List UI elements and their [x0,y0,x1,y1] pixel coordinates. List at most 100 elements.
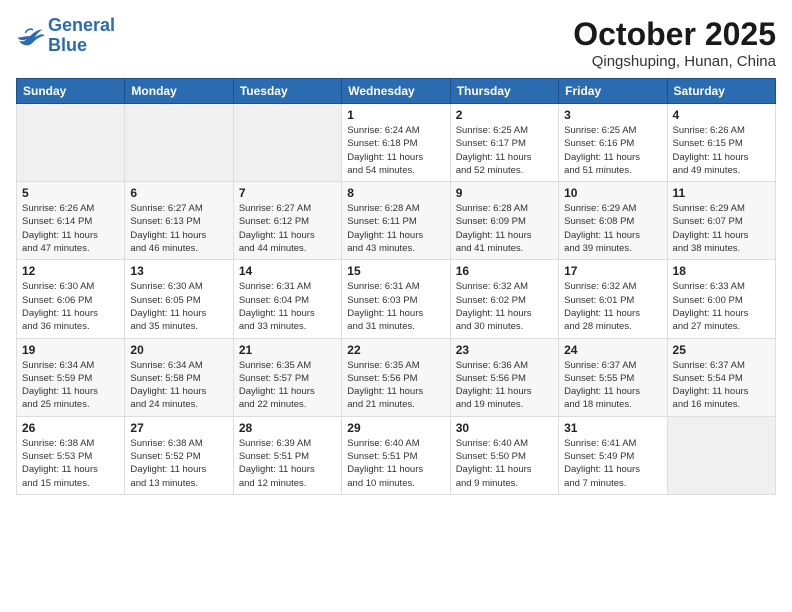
day-info: Sunrise: 6:41 AMSunset: 5:49 PMDaylight:… [564,437,661,490]
day-info: Sunrise: 6:32 AMSunset: 6:01 PMDaylight:… [564,280,661,333]
calendar-cell: 27 Sunrise: 6:38 AMSunset: 5:52 PMDayligh… [125,416,233,494]
calendar-cell: 23 Sunrise: 6:36 AMSunset: 5:56 PMDayligh… [450,338,558,416]
calendar-week-5: 26Sunrise: 6:38 AMSunset: 5:53 PMDayligh… [17,416,776,494]
calendar-cell: 4Sunrise: 6:26 AMSunset: 6:15 PMDaylight… [667,104,775,182]
day-info: Sunrise: 6:30 AMSunset: 6:06 PMDaylight:… [22,280,119,333]
calendar-cell: 13 Sunrise: 6:30 AMSunset: 6:05 PMDayligh… [125,260,233,338]
calendar-week-2: 5 Sunrise: 6:26 AMSunset: 6:14 PMDaylight… [17,182,776,260]
calendar-cell [125,104,233,182]
weekday-header-friday: Friday [559,79,667,104]
calendar-cell: 28 Sunrise: 6:39 AMSunset: 5:51 PMDayligh… [233,416,341,494]
weekday-header-sunday: Sunday [17,79,125,104]
day-number: 18 [673,264,770,278]
calendar-cell: 6 Sunrise: 6:27 AMSunset: 6:13 PMDaylight… [125,182,233,260]
day-number: 16 [456,264,553,278]
day-number: 26 [22,421,119,435]
day-info: Sunrise: 6:28 AMSunset: 6:11 PMDaylight:… [347,202,444,255]
day-info: Sunrise: 6:27 AMSunset: 6:12 PMDaylight:… [239,202,336,255]
day-info: Sunrise: 6:24 AMSunset: 6:18 PMDaylight:… [347,124,444,177]
day-info: Sunrise: 6:26 AMSunset: 6:14 PMDaylight:… [22,202,119,255]
calendar-cell: 17 Sunrise: 6:32 AMSunset: 6:01 PMDayligh… [559,260,667,338]
calendar-cell: 19 Sunrise: 6:34 AMSunset: 5:59 PMDayligh… [17,338,125,416]
day-number: 8 [347,186,444,200]
day-info: Sunrise: 6:35 AMSunset: 5:56 PMDaylight:… [347,359,444,412]
calendar-week-4: 19 Sunrise: 6:34 AMSunset: 5:59 PMDayligh… [17,338,776,416]
day-number: 2 [456,108,553,122]
calendar-cell: 1 Sunrise: 6:24 AMSunset: 6:18 PMDaylight… [342,104,450,182]
day-info: Sunrise: 6:31 AMSunset: 6:04 PMDaylight:… [239,280,336,333]
calendar-cell: 31Sunrise: 6:41 AMSunset: 5:49 PMDayligh… [559,416,667,494]
calendar-cell: 7 Sunrise: 6:27 AMSunset: 6:12 PMDaylight… [233,182,341,260]
day-info: Sunrise: 6:28 AMSunset: 6:09 PMDaylight:… [456,202,553,255]
day-number: 21 [239,343,336,357]
day-number: 5 [22,186,119,200]
logo: General Blue [16,16,115,56]
calendar-cell: 12 Sunrise: 6:30 AMSunset: 6:06 PMDayligh… [17,260,125,338]
calendar-week-3: 12 Sunrise: 6:30 AMSunset: 6:06 PMDayligh… [17,260,776,338]
calendar-cell: 2 Sunrise: 6:25 AMSunset: 6:17 PMDaylight… [450,104,558,182]
weekday-header-thursday: Thursday [450,79,558,104]
day-info: Sunrise: 6:31 AMSunset: 6:03 PMDaylight:… [347,280,444,333]
day-number: 29 [347,421,444,435]
calendar-cell: 3 Sunrise: 6:25 AMSunset: 6:16 PMDaylight… [559,104,667,182]
calendar-cell: 22Sunrise: 6:35 AMSunset: 5:56 PMDayligh… [342,338,450,416]
day-number: 6 [130,186,227,200]
weekday-header-wednesday: Wednesday [342,79,450,104]
calendar-header-row: SundayMondayTuesdayWednesdayThursdayFrid… [17,79,776,104]
weekday-header-monday: Monday [125,79,233,104]
day-info: Sunrise: 6:37 AMSunset: 5:55 PMDaylight:… [564,359,661,412]
calendar-cell [233,104,341,182]
calendar-table: SundayMondayTuesdayWednesdayThursdayFrid… [16,78,776,495]
calendar-cell: 26Sunrise: 6:38 AMSunset: 5:53 PMDayligh… [17,416,125,494]
weekday-header-tuesday: Tuesday [233,79,341,104]
calendar-cell: 29 Sunrise: 6:40 AMSunset: 5:51 PMDayligh… [342,416,450,494]
day-info: Sunrise: 6:25 AMSunset: 6:17 PMDaylight:… [456,124,553,177]
day-info: Sunrise: 6:29 AMSunset: 6:07 PMDaylight:… [673,202,770,255]
day-info: Sunrise: 6:34 AMSunset: 5:58 PMDaylight:… [130,359,227,412]
calendar-cell: 30 Sunrise: 6:40 AMSunset: 5:50 PMDayligh… [450,416,558,494]
calendar-cell: 11 Sunrise: 6:29 AMSunset: 6:07 PMDayligh… [667,182,775,260]
day-number: 14 [239,264,336,278]
calendar-cell: 8 Sunrise: 6:28 AMSunset: 6:11 PMDaylight… [342,182,450,260]
day-info: Sunrise: 6:38 AMSunset: 5:52 PMDaylight:… [130,437,227,490]
day-info: Sunrise: 6:36 AMSunset: 5:56 PMDaylight:… [456,359,553,412]
day-number: 3 [564,108,661,122]
day-info: Sunrise: 6:27 AMSunset: 6:13 PMDaylight:… [130,202,227,255]
day-number: 30 [456,421,553,435]
calendar-cell: 9Sunrise: 6:28 AMSunset: 6:09 PMDaylight… [450,182,558,260]
day-number: 27 [130,421,227,435]
page-header: General Blue October 2025 Qingshuping, H… [16,16,776,70]
calendar-cell: 24 Sunrise: 6:37 AMSunset: 5:55 PMDayligh… [559,338,667,416]
logo-text: General Blue [48,16,115,56]
day-info: Sunrise: 6:30 AMSunset: 6:05 PMDaylight:… [130,280,227,333]
day-number: 28 [239,421,336,435]
calendar-cell: 5 Sunrise: 6:26 AMSunset: 6:14 PMDaylight… [17,182,125,260]
calendar-cell [667,416,775,494]
calendar-cell: 14 Sunrise: 6:31 AMSunset: 6:04 PMDayligh… [233,260,341,338]
day-info: Sunrise: 6:32 AMSunset: 6:02 PMDaylight:… [456,280,553,333]
day-number: 1 [347,108,444,122]
day-number: 19 [22,343,119,357]
logo-icon [16,25,44,47]
day-info: Sunrise: 6:39 AMSunset: 5:51 PMDaylight:… [239,437,336,490]
day-number: 11 [673,186,770,200]
day-info: Sunrise: 6:25 AMSunset: 6:16 PMDaylight:… [564,124,661,177]
day-number: 7 [239,186,336,200]
day-info: Sunrise: 6:34 AMSunset: 5:59 PMDaylight:… [22,359,119,412]
day-info: Sunrise: 6:37 AMSunset: 5:54 PMDaylight:… [673,359,770,412]
day-info: Sunrise: 6:26 AMSunset: 6:15 PMDaylight:… [673,124,770,177]
day-info: Sunrise: 6:40 AMSunset: 5:50 PMDaylight:… [456,437,553,490]
day-number: 25 [673,343,770,357]
day-number: 13 [130,264,227,278]
day-info: Sunrise: 6:29 AMSunset: 6:08 PMDaylight:… [564,202,661,255]
day-number: 15 [347,264,444,278]
day-number: 20 [130,343,227,357]
calendar-cell [17,104,125,182]
day-info: Sunrise: 6:40 AMSunset: 5:51 PMDaylight:… [347,437,444,490]
day-number: 24 [564,343,661,357]
day-number: 23 [456,343,553,357]
calendar-cell: 16 Sunrise: 6:32 AMSunset: 6:02 PMDayligh… [450,260,558,338]
day-number: 12 [22,264,119,278]
day-number: 17 [564,264,661,278]
calendar-cell: 18Sunrise: 6:33 AMSunset: 6:00 PMDayligh… [667,260,775,338]
